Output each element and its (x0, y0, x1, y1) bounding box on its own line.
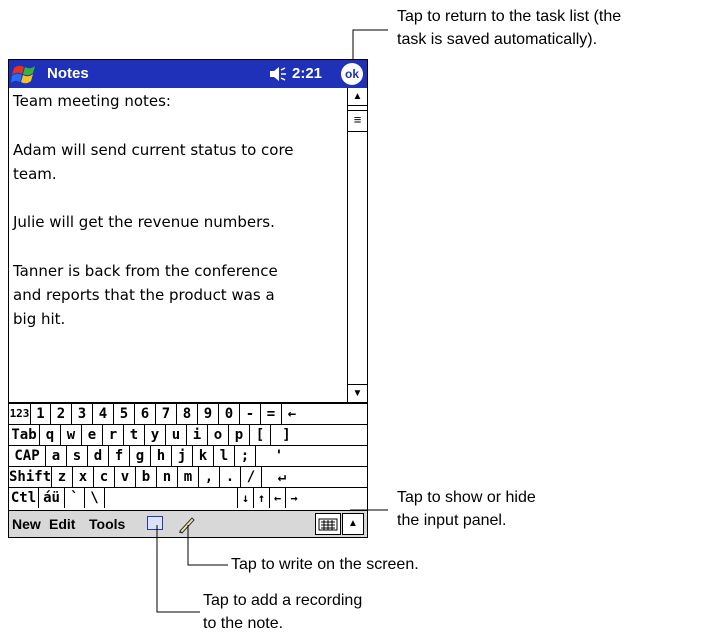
callout-text: Tap to add a recording (203, 592, 363, 609)
callout-leader-lines (156, 29, 388, 613)
callout-text: Tap to return to the task list (the (397, 8, 622, 25)
callout-text: the input panel. (397, 512, 507, 529)
callout-recording: Tap to add a recording to the note. (203, 589, 362, 635)
callout-text: Tap to show or hide (397, 489, 536, 506)
callout-write: Tap to write on the screen. (231, 553, 419, 576)
callout-text: task is saved automatically). (397, 31, 598, 48)
callout-text: to the note. (203, 615, 284, 632)
callout-ok: Tap to return to the task list (the task… (397, 5, 621, 51)
callout-input-panel: Tap to show or hide the input panel. (397, 486, 536, 532)
callout-text: Tap to write on the screen. (231, 556, 419, 573)
